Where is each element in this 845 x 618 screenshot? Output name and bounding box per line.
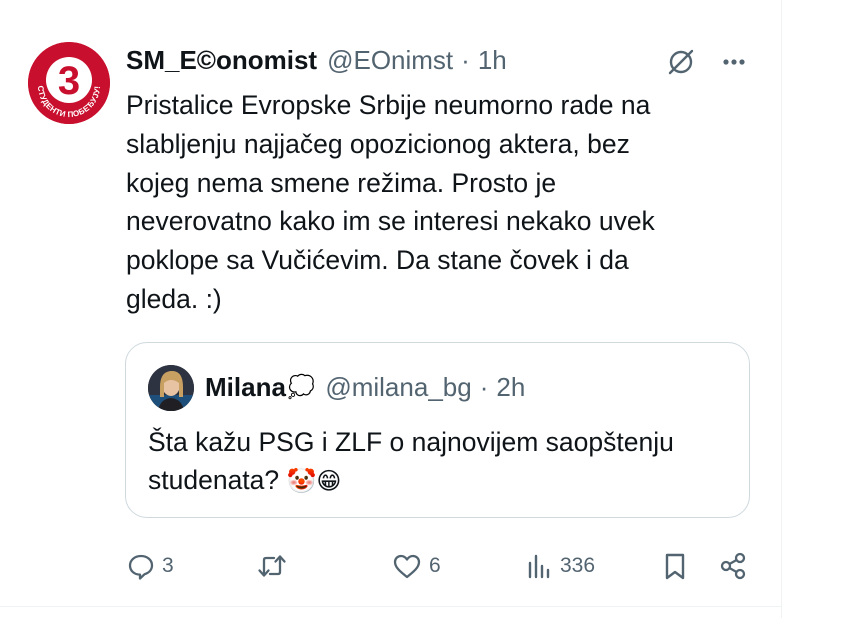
tweet-text: Pristalice Evropske Srbije neumorno rade…	[126, 90, 655, 314]
tweet-timestamp[interactable]: 1h	[478, 45, 507, 76]
quote-author-avatar[interactable]	[148, 365, 194, 411]
author-name[interactable]: SM_E©onomist	[126, 45, 317, 76]
column-divider	[781, 0, 782, 618]
avatar-number: 3	[58, 59, 80, 103]
quote-text: Šta kažu PSG i ZLF o najnovijem saopšten…	[148, 427, 674, 495]
bookmark-icon	[661, 551, 689, 581]
quote-timestamp[interactable]: 2h	[496, 372, 525, 403]
quoted-tweet[interactable]: Milana 💭 @milana_bg · 2h Šta kažu PSG i …	[125, 342, 750, 518]
grok-icon[interactable]	[663, 44, 699, 80]
author-avatar[interactable]: 3 СТУДЕНТИ ПОБЕЂУЈУ!	[28, 42, 110, 124]
repost-button[interactable]	[256, 548, 294, 584]
more-horizontal-icon[interactable]	[716, 44, 752, 80]
quote-text-container: Šta kažu PSG i ZLF o najnovijem saopšten…	[148, 423, 728, 501]
quote-header: Milana 💭 @milana_bg · 2h	[205, 369, 525, 405]
reply-icon	[126, 551, 156, 581]
bookmark-button[interactable]	[661, 548, 689, 584]
header-separator: ·	[461, 44, 470, 75]
views-button[interactable]: 336	[524, 548, 595, 584]
like-button[interactable]: 6	[391, 548, 441, 584]
quote-author-name[interactable]: Milana	[205, 372, 286, 403]
reply-count: 3	[162, 554, 174, 577]
author-handle[interactable]: @EOnimst	[327, 45, 453, 76]
reply-button[interactable]: 3	[126, 548, 174, 584]
like-count: 6	[429, 554, 441, 577]
tweet-header: SM_E©onomist @EOnimst · 1h	[126, 42, 507, 78]
quote-separator: ·	[479, 371, 489, 402]
heart-icon	[391, 551, 423, 581]
quote-author-handle[interactable]: @milana_bg	[325, 372, 471, 403]
views-count: 336	[560, 554, 596, 577]
tweet-bottom-divider	[0, 606, 781, 607]
repost-icon	[256, 551, 288, 581]
quote-emojis: 🤡😁	[286, 468, 342, 495]
share-button[interactable]	[718, 548, 748, 584]
thought-balloon-emoji: 💭	[287, 374, 316, 399]
views-icon	[524, 551, 554, 581]
share-icon	[718, 551, 748, 581]
